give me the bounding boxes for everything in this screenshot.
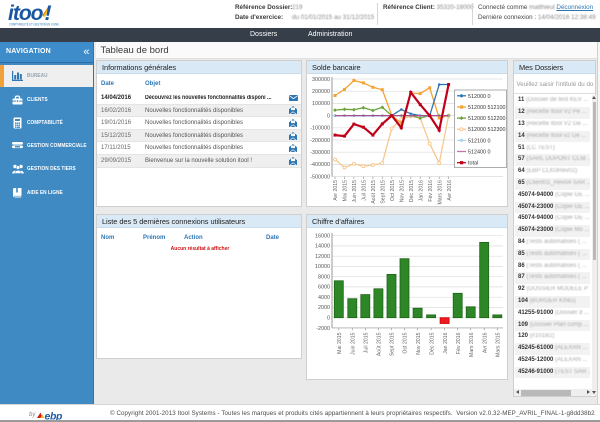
svg-text:Juil 2015: Juil 2015 [362,180,368,201]
svg-text:Déc 2015: Déc 2015 [409,180,415,202]
svg-text:Mai 2015: Mai 2015 [343,180,349,201]
svg-text:Mars 2016: Mars 2016 [437,180,443,205]
svg-text:Fév 2016: Fév 2016 [428,180,434,202]
svg-text:14000: 14000 [315,244,330,250]
svg-text:COMPTABILITÉ ET GESTION EN LIG: COMPTABILITÉ ET GESTION EN LIGNE [9,22,60,27]
svg-text:-500000: -500000 [310,174,330,180]
svg-text:0: 0 [327,316,330,322]
svg-text:Sept 2015: Sept 2015 [381,180,387,204]
svg-text:6000: 6000 [318,285,330,291]
svg-text:Jan 2016: Jan 2016 [443,332,449,353]
svg-text:total: total [468,161,478,167]
svg-text:10000: 10000 [315,264,330,270]
svg-text:512000 512300: 512000 512300 [468,127,505,133]
svg-text:Juin 2015: Juin 2015 [351,332,357,355]
svg-text:100000: 100000 [312,101,330,107]
svg-text:Juin 2015: Juin 2015 [352,180,358,203]
svg-text:Mars 2015: Mars 2015 [496,332,502,357]
svg-text:Août 2015: Août 2015 [371,180,377,204]
svg-text:512100 0: 512100 0 [468,138,490,144]
svg-text:-200000: -200000 [310,138,330,144]
svg-text:Nov 2015: Nov 2015 [400,180,406,202]
svg-text:512400 0: 512400 0 [468,150,490,156]
svg-text:Sept 2015: Sept 2015 [390,332,396,356]
svg-text:Mai 2015: Mai 2015 [337,332,343,353]
svg-text:Déc 2015: Déc 2015 [429,332,435,354]
svg-text:Avr 2016: Avr 2016 [482,332,488,353]
svg-text:-2000: -2000 [316,326,330,332]
svg-text:Fév 2016: Fév 2016 [456,332,462,354]
svg-text:512000 512200: 512000 512200 [468,116,505,122]
svg-text:Nov 2015: Nov 2015 [416,332,422,354]
svg-text:-100000: -100000 [310,126,330,132]
svg-text:Août 2015: Août 2015 [377,332,383,356]
svg-text:2000: 2000 [318,305,330,311]
svg-text:512000 512100: 512000 512100 [468,105,505,111]
svg-text:Juil 2015: Juil 2015 [364,332,370,353]
svg-text:-400000: -400000 [310,162,330,168]
svg-text:Avr 2016: Avr 2016 [447,180,453,201]
svg-text:8000: 8000 [318,275,330,281]
svg-text:12000: 12000 [315,254,330,260]
svg-text:16000: 16000 [315,234,330,240]
svg-text:Avr 2015: Avr 2015 [333,180,339,201]
svg-text:Mars 2016: Mars 2016 [469,332,475,357]
svg-text:300000: 300000 [312,77,330,83]
svg-text:512000 0: 512000 0 [468,94,490,100]
svg-text:-300000: -300000 [310,150,330,156]
svg-text:Jan 2016: Jan 2016 [418,180,424,201]
svg-text:4000: 4000 [318,295,330,301]
svg-text:200000: 200000 [312,89,330,95]
svg-text:Oct 2015: Oct 2015 [390,180,396,201]
svg-text:0: 0 [327,113,330,119]
svg-text:Oct 2015: Oct 2015 [403,332,409,353]
